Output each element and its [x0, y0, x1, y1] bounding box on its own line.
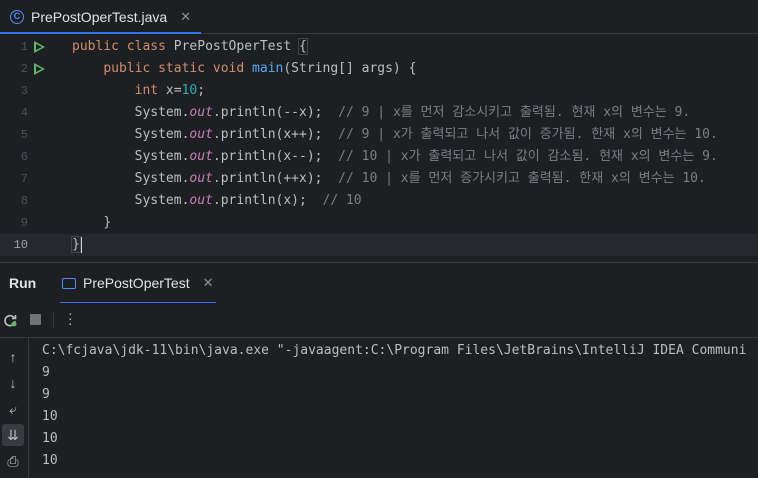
console-line: 10: [42, 453, 58, 468]
semicolon: ;: [197, 83, 206, 98]
line-number: 9: [20, 216, 28, 230]
console-icon: [62, 277, 76, 289]
toolbar-separator: [53, 312, 54, 328]
method-call: .println(: [212, 127, 284, 142]
brace: {: [298, 38, 308, 55]
line-number: 8: [20, 194, 28, 208]
number-literal: 10: [181, 83, 198, 98]
stop-icon[interactable]: [30, 314, 41, 325]
static-field: out: [189, 171, 213, 186]
text-caret: [80, 236, 82, 253]
argument: x++);: [283, 127, 323, 142]
console-side-toolbar: ↑ ↓ ⤶ ⇊ ⎙: [0, 338, 29, 478]
soft-wrap-icon[interactable]: ⤶: [2, 398, 24, 420]
method-name: main: [252, 61, 284, 76]
argument: ++x);: [283, 171, 323, 186]
console-output[interactable]: C:\fcjava\jdk-11\bin\java.exe "-javaagen…: [42, 340, 758, 478]
line-number: 1: [20, 40, 28, 54]
line-number: 10: [13, 238, 28, 252]
method-call: .println(: [212, 149, 284, 164]
code-editor[interactable]: 1 public class PrePostOperTest { 2 publi…: [0, 34, 758, 260]
code-line[interactable]: 5 System.out.println(x++); // 9 | x가 출력되…: [0, 124, 758, 146]
run-panel-title[interactable]: Run: [9, 275, 36, 291]
code-line[interactable]: 4 System.out.println(--x); // 9 | x를 먼저 …: [0, 102, 758, 124]
print-icon[interactable]: ⎙: [2, 450, 24, 472]
method-call: .println(: [212, 171, 284, 186]
static-field: out: [189, 127, 213, 142]
run-tab-label: PrePostOperTest: [83, 275, 190, 291]
keyword: int: [134, 83, 159, 98]
argument: x);: [283, 193, 307, 208]
arrow-up-icon[interactable]: ↑: [2, 346, 24, 368]
system-ref: System.: [134, 127, 190, 142]
code-line[interactable]: 1 public class PrePostOperTest {: [0, 36, 758, 58]
method-params: (String[] args) {: [283, 61, 417, 76]
comment: // 10 | x가 출력되고 나서 값이 감소됨. 현재 x의 변수는 9.: [338, 149, 718, 164]
method-call: .println(: [212, 105, 284, 120]
class-name: PrePostOperTest: [173, 39, 292, 54]
run-panel-header: Run PrePostOperTest ✕: [0, 262, 758, 304]
run-class-icon[interactable]: [34, 41, 45, 53]
brace: }: [71, 236, 81, 253]
comment: // 9 | x를 먼저 감소시키고 출력됨. 현재 x의 변수는 9.: [338, 105, 691, 120]
code-line[interactable]: 3 int x=10;: [0, 80, 758, 102]
system-ref: System.: [134, 171, 190, 186]
line-number: 3: [20, 84, 28, 98]
code-line[interactable]: 9 }: [0, 212, 758, 234]
line-number: 6: [20, 150, 28, 164]
scroll-to-end-icon[interactable]: ⇊: [2, 424, 24, 446]
code-line[interactable]: 7 System.out.println(++x); // 10 | x를 먼저…: [0, 168, 758, 190]
system-ref: System.: [134, 105, 190, 120]
keyword: public: [72, 39, 119, 54]
console-line: 10: [42, 431, 58, 446]
static-field: out: [189, 193, 213, 208]
close-icon[interactable]: ✕: [203, 275, 214, 291]
code-line[interactable]: 2 public static void main(String[] args)…: [0, 58, 758, 80]
code-line[interactable]: 8 System.out.println(x); // 10: [0, 190, 758, 212]
keyword: class: [126, 39, 166, 54]
run-main-icon[interactable]: [34, 63, 45, 75]
comment: // 9 | x가 출력되고 나서 값이 증가됨. 한재 x의 변수는 10.: [338, 127, 718, 142]
run-tab-prepostopertest[interactable]: PrePostOperTest ✕: [60, 263, 216, 304]
line-number: 7: [20, 172, 28, 186]
variable-decl: x=: [158, 83, 182, 98]
run-toolbar: · · ·: [0, 303, 758, 338]
keyword: void: [212, 61, 245, 76]
console-line: 9: [42, 387, 50, 402]
line-number: 5: [20, 128, 28, 142]
java-class-icon: C: [10, 9, 24, 24]
editor-tab-label: PrePostOperTest.java: [31, 8, 168, 25]
keyword: static: [158, 61, 206, 76]
console-line: 9: [42, 365, 50, 380]
static-field: out: [189, 105, 213, 120]
brace: }: [103, 215, 112, 230]
more-options-icon[interactable]: · · ·: [68, 306, 73, 330]
argument: --x);: [283, 105, 323, 120]
code-line[interactable]: 6 System.out.println(x--); // 10 | x가 출력…: [0, 146, 758, 168]
line-number: 2: [20, 62, 28, 76]
comment: // 10: [322, 193, 362, 208]
keyword: public: [103, 61, 151, 76]
code-line-current[interactable]: 10 }: [0, 234, 758, 256]
close-icon[interactable]: ✕: [180, 9, 191, 25]
arrow-down-icon[interactable]: ↓: [2, 372, 24, 394]
editor-tab-bar: C PrePostOperTest.java ✕: [0, 0, 758, 34]
line-number: 4: [20, 106, 28, 120]
rerun-icon[interactable]: [3, 313, 17, 327]
argument: x--);: [283, 149, 323, 164]
console-line: 10: [42, 409, 58, 424]
console-line: C:\fcjava\jdk-11\bin\java.exe "-javaagen…: [42, 343, 747, 358]
comment: // 10 | x를 먼저 증가시키고 출력됨. 한재 x의 변수는 10.: [338, 171, 706, 186]
static-field: out: [189, 149, 213, 164]
editor-tab-prepostopertest[interactable]: C PrePostOperTest.java ✕: [0, 0, 202, 34]
method-call: .println(: [212, 193, 284, 208]
system-ref: System.: [134, 149, 190, 164]
system-ref: System.: [134, 193, 190, 208]
